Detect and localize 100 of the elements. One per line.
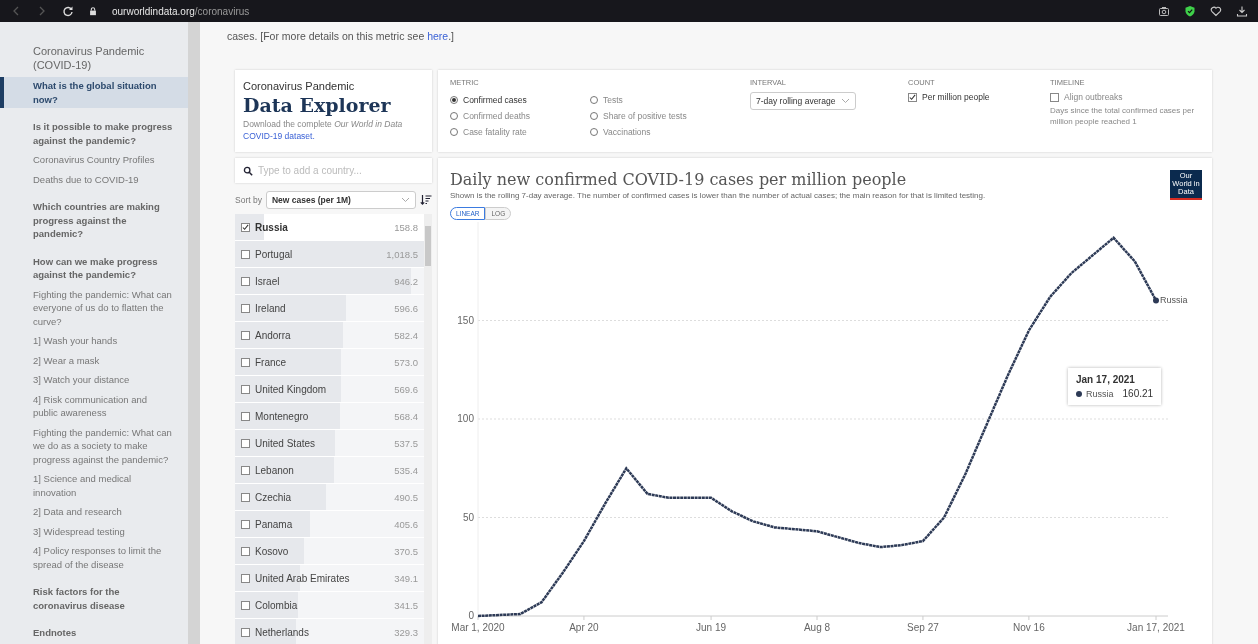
sidebar-item[interactable]: 1] Science and medical innovation <box>0 470 188 501</box>
country-name: Colombia <box>255 599 299 611</box>
intro-text: cases. [For more details on this metric see here.] <box>227 30 455 42</box>
checkbox[interactable] <box>241 600 250 610</box>
metric-option[interactable]: Share of positive tests <box>590 108 730 124</box>
country-row[interactable]: Kosovo 370.5 <box>235 538 424 565</box>
checkbox[interactable] <box>241 249 250 259</box>
country-name: United Kingdom <box>255 383 328 395</box>
country-row[interactable]: Lebanon 535.4 <box>235 457 424 484</box>
country-row[interactable]: Czechia 490.5 <box>235 484 424 511</box>
country-value: 946.2 <box>394 275 418 287</box>
checkbox[interactable] <box>241 546 250 556</box>
url-domain[interactable]: ourworldindata.org <box>112 5 195 17</box>
country-value: 341.5 <box>394 599 418 611</box>
sidebar-item[interactable]: Deaths due to COVID-19 <box>0 170 188 188</box>
url-path[interactable]: /coronavirus <box>194 5 250 17</box>
sidebar-item[interactable]: 4] Policy responses to limit the spread of the disease <box>0 542 188 573</box>
sidebar-item[interactable]: 1] Wash your hands <box>0 332 188 350</box>
sidebar-item[interactable]: Coronavirus Pandemic (COVID-19) <box>0 42 188 74</box>
search-icon <box>243 166 253 176</box>
metric-option[interactable]: Vaccinations <box>590 124 730 140</box>
axis-label: Jan 17, 2021 <box>1127 622 1185 633</box>
checkbox[interactable] <box>1050 92 1059 102</box>
metric-option[interactable]: Tests <box>590 92 730 108</box>
checkbox[interactable] <box>241 303 250 313</box>
country-row[interactable]: United States 537.5 <box>235 430 424 457</box>
country-row[interactable]: Portugal 1,018.5 <box>235 241 424 268</box>
download-text: Download the complete Our World in Data COVID-19 dataset. <box>243 118 404 142</box>
checkbox-label[interactable]: Align outbreaks <box>1064 92 1123 102</box>
shield-check-icon <box>1184 5 1196 17</box>
sidebar-item[interactable]: Coronavirus Country Profiles <box>0 151 188 169</box>
heart-icon <box>1210 5 1222 17</box>
metric-option[interactable]: Confirmed deaths <box>450 108 590 124</box>
checkbox[interactable] <box>241 384 250 394</box>
checkbox[interactable] <box>241 492 250 502</box>
sidebar-item[interactable]: 2] Data and research <box>0 503 188 521</box>
sidebar-item[interactable]: How can we make progress against the pandemic? <box>0 252 188 284</box>
country-row[interactable]: France 573.0 <box>235 349 424 376</box>
country-row[interactable]: Montenegro 568.4 <box>235 403 424 430</box>
axis-label: 150 <box>457 314 474 326</box>
interval-dropdown[interactable]: 7-day rolling average <box>750 92 857 110</box>
explorer-title: Data Explorer <box>243 94 392 116</box>
caret-icon <box>401 197 410 203</box>
country-row[interactable]: Russia 158.8 <box>235 214 424 241</box>
checkbox[interactable] <box>241 573 250 583</box>
sidebar-item[interactable]: What is the global situation now? <box>0 77 188 108</box>
dataset-link[interactable]: COVID-19 dataset. <box>243 131 315 141</box>
country-row[interactable]: Andorra 582.4 <box>235 322 424 349</box>
here-link[interactable]: here <box>427 30 449 42</box>
checkbox[interactable] <box>908 92 917 102</box>
caret-icon <box>841 98 851 104</box>
explorer-kicker: Coronavirus Pandemic <box>243 80 356 92</box>
checkbox[interactable] <box>241 276 250 286</box>
sidebar-item[interactable]: 3] Watch your distance <box>0 371 188 389</box>
chart-title: Daily new confirmed COVID-19 cases per million people <box>450 170 908 189</box>
sidebar-item[interactable]: Which countries are making progress against the pandemic? <box>0 198 188 243</box>
country-value: 370.5 <box>394 545 418 557</box>
checkbox[interactable] <box>241 627 250 637</box>
radio-button[interactable] <box>450 96 458 104</box>
country-row[interactable]: Ireland 596.6 <box>235 295 424 322</box>
checkbox-label[interactable]: Per million people <box>922 92 990 102</box>
tooltip-series: Russia <box>1086 388 1114 399</box>
country-row[interactable]: United Arab Emirates 349.1 <box>235 565 424 592</box>
country-row[interactable]: Colombia 341.5 <box>235 592 424 619</box>
camera-icon <box>1158 5 1170 17</box>
axis-label: 50 <box>462 511 474 523</box>
sidebar-item[interactable]: Is it possible to make progress against the pandemic? <box>0 118 188 149</box>
sidebar-item[interactable]: Risk factors for the coronavirus disease <box>0 583 188 614</box>
country-name: United Arab Emirates <box>255 572 351 584</box>
country-name: United States <box>255 437 317 449</box>
sidebar-item[interactable]: 3] Widespread testing <box>0 522 188 540</box>
checkbox[interactable] <box>241 519 250 529</box>
checkbox[interactable] <box>241 330 250 340</box>
checkbox[interactable] <box>241 438 250 448</box>
sort-label: Sort by <box>235 195 262 205</box>
country-value: 349.1 <box>394 572 418 584</box>
sidebar-item[interactable]: Fighting the pandemic: What can we do as a society to make progress against the pandemic? <box>0 423 188 468</box>
country-name: Russia <box>255 221 289 233</box>
checkbox[interactable] <box>241 411 250 421</box>
metric-option[interactable]: Case fatality rate <box>450 124 590 140</box>
country-value: 158.8 <box>394 221 418 233</box>
country-value: 1,018.5 <box>386 248 418 260</box>
sidebar-item[interactable]: Endnotes <box>0 624 188 642</box>
search-field[interactable]: Type to add a country... <box>235 158 432 183</box>
country-name: Montenegro <box>255 410 310 422</box>
checkbox[interactable] <box>241 222 250 232</box>
metric-option[interactable]: Confirmed cases <box>450 92 590 108</box>
checkbox[interactable] <box>241 465 250 475</box>
sort-dropdown[interactable]: New cases (per 1M) <box>265 191 416 209</box>
sidebar-item[interactable]: Fighting the pandemic: What can everyone of us do to flatten the curve? <box>0 285 188 330</box>
country-row[interactable]: Panama 405.6 <box>235 511 424 538</box>
country-name: Netherlands <box>255 626 310 638</box>
country-row[interactable]: Israel 946.2 <box>235 268 424 295</box>
axis-label: Nov 16 <box>1013 622 1045 633</box>
country-row[interactable]: United Kingdom 569.6 <box>235 376 424 403</box>
checkbox[interactable] <box>241 357 250 367</box>
country-value: 405.6 <box>394 518 418 530</box>
sidebar-item[interactable]: 4] Risk communication and public awareness <box>0 390 188 422</box>
sidebar-item[interactable]: 2] Wear a mask <box>0 351 188 369</box>
country-name: Czechia <box>255 491 293 503</box>
